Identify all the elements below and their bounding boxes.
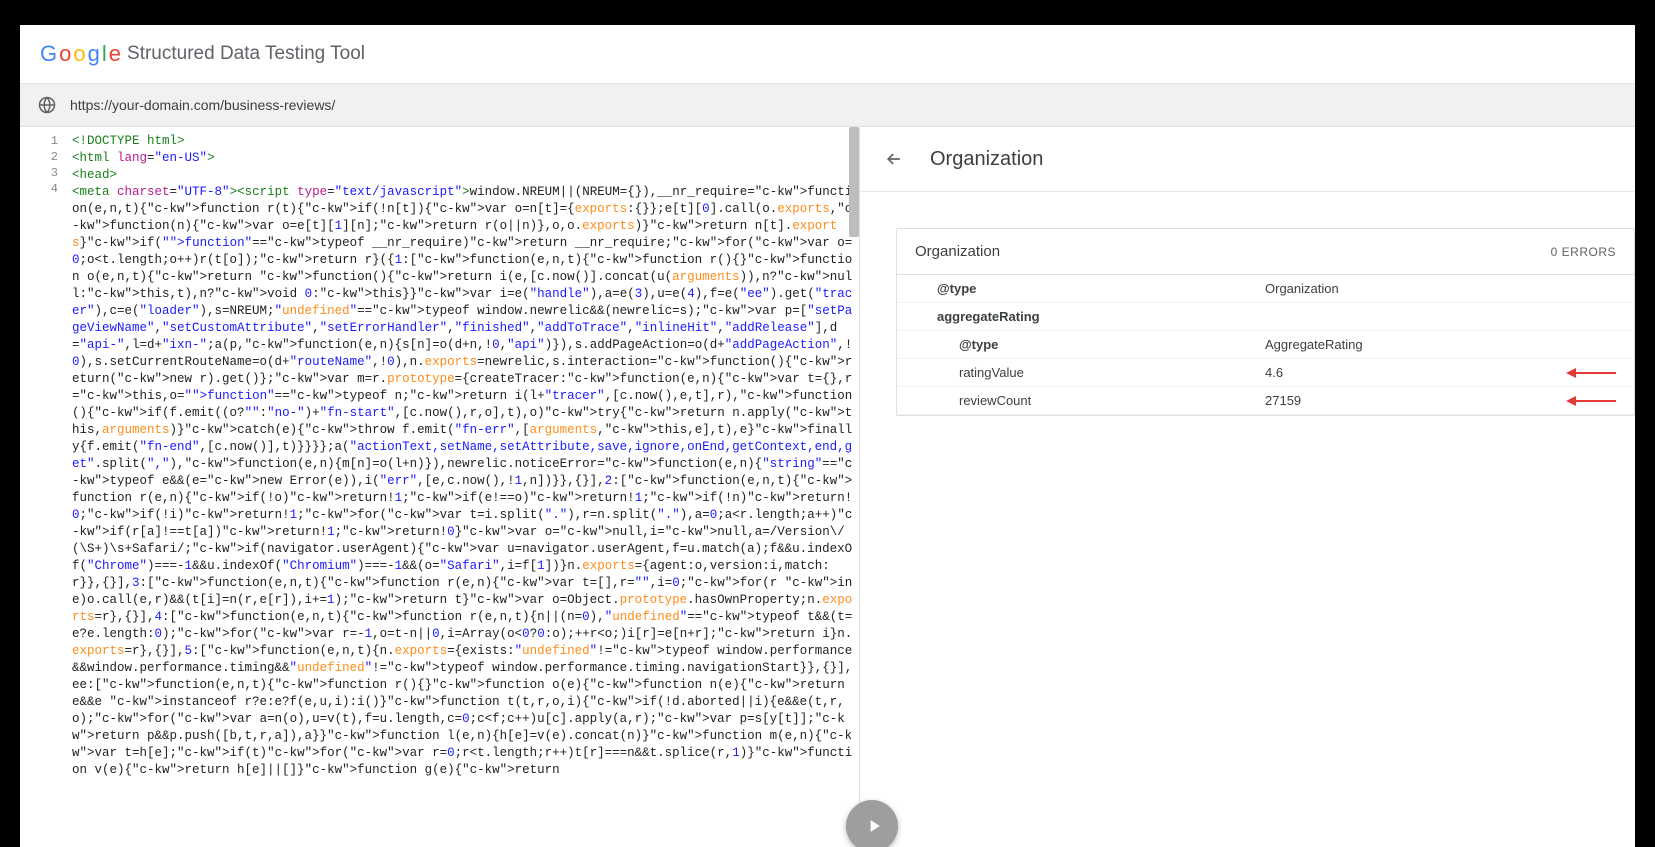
- url-text[interactable]: https://your-domain.com/business-reviews…: [70, 97, 335, 113]
- annotation-arrow-icon: [1566, 395, 1616, 407]
- back-arrow-icon[interactable]: [884, 149, 904, 169]
- annotation-arrow-icon: [1566, 367, 1616, 379]
- result-card: Organization 0 ERRORS @typeOrganizationa…: [896, 228, 1635, 416]
- error-count: 0 ERRORS: [1551, 245, 1616, 259]
- property-row[interactable]: reviewCount27159: [897, 387, 1634, 415]
- play-icon: [864, 816, 884, 836]
- property-key: ratingValue: [915, 365, 1265, 380]
- google-logo: Google: [40, 41, 121, 67]
- source-code[interactable]: <!DOCTYPE html> <html lang="en-US"> <hea…: [66, 127, 859, 847]
- results-title: Organization: [930, 148, 1043, 171]
- property-key: @type: [915, 281, 1265, 296]
- code-panel: 1 2 3 4 <!DOCTYPE html> <html lang="en-U…: [20, 127, 860, 847]
- globe-icon: [38, 96, 56, 114]
- card-title: Organization: [915, 243, 1000, 260]
- url-bar: https://your-domain.com/business-reviews…: [20, 83, 1635, 127]
- property-row[interactable]: @typeOrganization: [897, 275, 1634, 303]
- property-value: Organization: [1265, 281, 1616, 296]
- scrollbar-thumb[interactable]: [849, 127, 859, 237]
- property-row[interactable]: @typeAggregateRating: [897, 331, 1634, 359]
- results-header: Organization: [860, 127, 1635, 192]
- results-panel: Organization Organization 0 ERRORS @type…: [860, 127, 1635, 847]
- property-row[interactable]: aggregateRating: [897, 303, 1634, 331]
- property-key: @type: [915, 337, 1265, 352]
- run-test-button[interactable]: [846, 800, 898, 847]
- app-header: Google Structured Data Testing Tool: [20, 25, 1635, 83]
- property-value: AggregateRating: [1265, 337, 1616, 352]
- property-key: reviewCount: [915, 393, 1265, 408]
- property-value: 27159: [1265, 393, 1536, 408]
- card-header[interactable]: Organization 0 ERRORS: [897, 229, 1634, 275]
- property-key: aggregateRating: [915, 309, 1265, 324]
- property-value: 4.6: [1265, 365, 1536, 380]
- property-row[interactable]: ratingValue4.6: [897, 359, 1634, 387]
- line-gutter: 1 2 3 4: [20, 127, 66, 847]
- tool-title: Structured Data Testing Tool: [127, 43, 365, 65]
